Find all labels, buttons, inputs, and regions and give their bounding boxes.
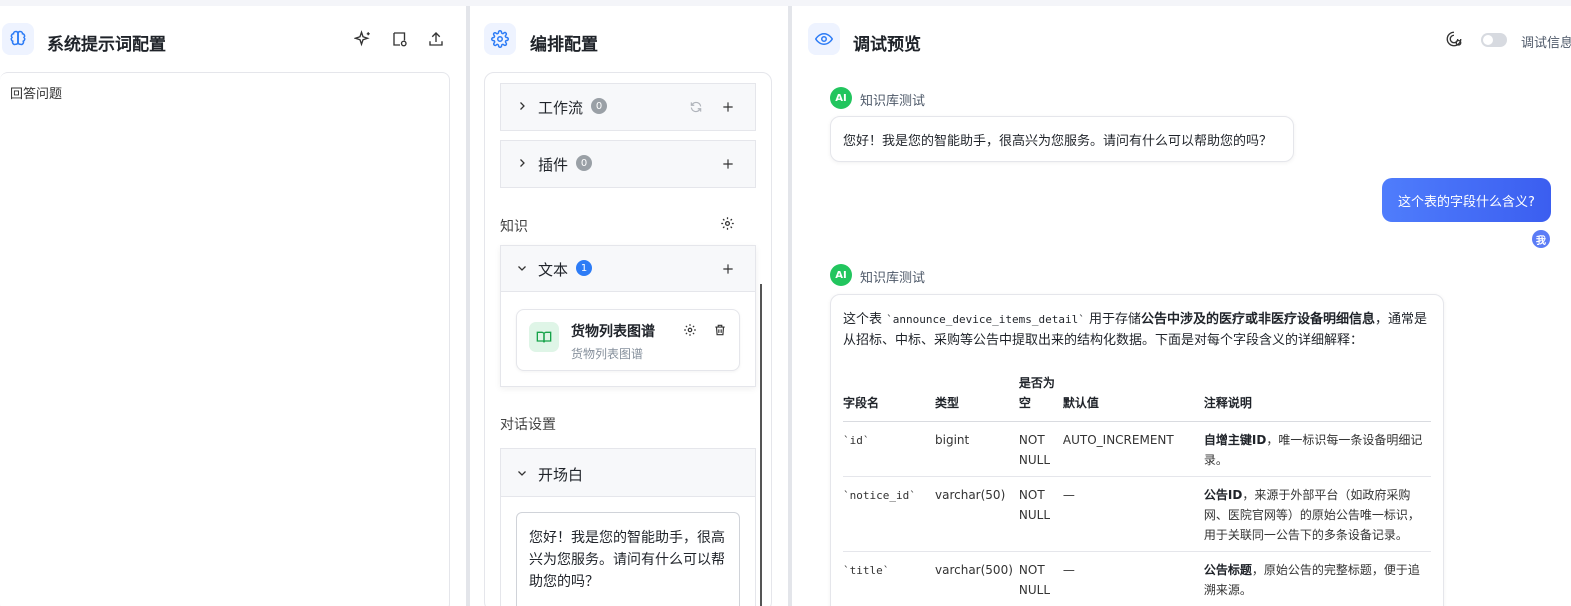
desc-bold: 自增主键ID (1203, 433, 1267, 447)
knowledge-settings-icon[interactable] (720, 216, 738, 234)
intro-bold: 公告中涉及的医疗或非医疗设备明细信息 (1140, 312, 1375, 327)
ai-message-bubble: 您好！我是您的智能助手，很高兴为您服务。请问有什么可以帮助您的吗？ (830, 116, 1294, 162)
knowledge-group-label: 知识 (500, 219, 528, 235)
opening-label: 开场白 (538, 466, 584, 484)
desc-bold: 公告标题 (1203, 563, 1252, 577)
intro-text: 这个表 (843, 312, 887, 327)
table-cell: `notice_id` (843, 476, 935, 552)
table-cell: NOT NULL (1018, 551, 1063, 606)
upload-icon[interactable] (426, 29, 446, 49)
chevron-down-icon[interactable] (515, 261, 529, 275)
orchestration-panel: 编排配置 工作流 0 插件 0 知识 文本 1 货物列表图谱 货物列表图谱 对话… (470, 6, 788, 606)
workflow-section[interactable]: 工作流 0 (500, 83, 756, 131)
ai-name: 知识库测试 (860, 94, 926, 109)
refresh-icon[interactable] (687, 98, 705, 116)
user-message-bubble: 这个表的字段什么含义? (1382, 178, 1551, 222)
field-name: `title` (843, 564, 890, 577)
table-cell: NOT NULL (1018, 476, 1063, 552)
knowledge-card-subtitle: 货物列表图谱 (571, 347, 644, 361)
debug-preview-panel: 调试预览 调试信息 AI 知识库测试 您好！我是您的智能助手，很高兴为您服务。请… (792, 6, 1571, 606)
brain-icon (2, 23, 34, 55)
panel-header: 系统提示词配置 (0, 6, 466, 72)
table-header-cell: 字段名 (843, 369, 935, 422)
field-name: `id` (843, 434, 870, 447)
knowledge-card-title: 货物列表图谱 (571, 324, 655, 340)
ai-message-bubble: 这个表 `announce_device_items_detail` 用于存储公… (830, 294, 1444, 606)
table-row: `notice_id` varchar(50) NOT NULL — 公告ID，… (843, 476, 1431, 552)
prompt-text: 回答问题 (10, 87, 63, 102)
table-header-cell: 注释说明 (1203, 369, 1431, 422)
workflow-label: 工作流 (538, 99, 584, 117)
intro-text: 用于存储 (1084, 312, 1141, 327)
table-cell: AUTO_INCREMENT (1062, 421, 1204, 477)
table-header-cell: 是否为空 (1018, 369, 1063, 422)
prompt-template-icon[interactable] (390, 29, 410, 49)
plugin-label: 插件 (538, 156, 569, 174)
panel-title: 调试预览 (853, 35, 921, 55)
panel-title: 系统提示词配置 (47, 35, 166, 55)
table-row: `id` bigint NOT NULL AUTO_INCREMENT 自增主键… (843, 421, 1431, 477)
sparkle-icon[interactable] (353, 29, 373, 49)
table-cell: bigint (935, 421, 1019, 477)
chevron-right-icon[interactable] (515, 99, 529, 113)
table-cell: `title` (843, 551, 935, 606)
config-scroll-area: 工作流 0 插件 0 知识 文本 1 货物列表图谱 货物列表图谱 对话设置 开场… (484, 72, 772, 606)
text-count-badge: 1 (576, 260, 592, 276)
debug-toggle[interactable] (1481, 33, 1507, 47)
panel-title: 编排配置 (530, 35, 598, 55)
eye-icon (808, 23, 840, 55)
table-header-cell: 默认值 (1062, 369, 1204, 422)
add-workflow-button[interactable] (719, 98, 737, 116)
clear-history-icon[interactable] (1444, 29, 1464, 49)
intro-code: `announce_device_items_detail` (886, 313, 1085, 326)
trash-icon[interactable] (711, 321, 729, 339)
chevron-down-icon[interactable] (515, 466, 529, 480)
text-knowledge-section: 文本 1 货物列表图谱 货物列表图谱 (500, 245, 756, 387)
table-header-row: 字段名 类型 是否为空 默认值 注释说明 (843, 369, 1431, 422)
add-text-knowledge-button[interactable] (719, 260, 737, 278)
field-name: `notice_id` (843, 489, 916, 502)
ai-answer-intro: 这个表 `announce_device_items_detail` 用于存储公… (843, 309, 1433, 351)
debug-info-label: 调试信息 (1521, 36, 1571, 51)
table-cell: 公告ID，来源于外部平台（如政府采购网、医院官网等）的原始公告唯一标识，用于关联… (1203, 476, 1431, 552)
desc-bold: 公告ID (1203, 488, 1243, 502)
chevron-right-icon[interactable] (515, 156, 529, 170)
ai-avatar: AI (830, 87, 852, 109)
table-header-cell: 类型 (935, 369, 1019, 422)
gear-icon (484, 23, 516, 55)
opening-section: 开场白 您好！我是您的智能助手，很高兴为您服务。请问有什么可以帮助您的吗？ (500, 448, 756, 606)
ai-name: 知识库测试 (860, 271, 926, 286)
add-plugin-button[interactable] (719, 155, 737, 173)
table-cell: `id` (843, 421, 935, 477)
scrollbar[interactable] (760, 284, 762, 606)
system-prompt-panel: 系统提示词配置 回答问题 (0, 6, 466, 606)
fields-table: 字段名 类型 是否为空 默认值 注释说明 `id` bigint NOT NUL… (843, 369, 1431, 606)
table-cell: varchar(500) (935, 551, 1019, 606)
book-icon (529, 322, 559, 352)
toggle-knob (1483, 35, 1493, 45)
table-row: `title` varchar(500) NOT NULL — 公告标题，原始公… (843, 551, 1431, 606)
ai-avatar: AI (830, 264, 852, 286)
dialog-settings-label: 对话设置 (500, 417, 556, 433)
table-cell: — (1062, 551, 1204, 606)
card-settings-icon[interactable] (681, 321, 699, 339)
panel-header: 编排配置 (470, 6, 788, 72)
table-cell: 自增主键ID，唯一标识每一条设备明细记录。 (1203, 421, 1431, 477)
table-cell: 公告标题，原始公告的完整标题，便于追溯来源。 (1203, 551, 1431, 606)
panel-header: 调试预览 调试信息 (792, 6, 1571, 72)
table-cell: varchar(50) (935, 476, 1019, 552)
knowledge-card[interactable]: 货物列表图谱 货物列表图谱 (516, 309, 740, 371)
text-label: 文本 (538, 261, 569, 279)
plugin-section[interactable]: 插件 0 (500, 140, 756, 188)
table-cell: — (1062, 476, 1204, 552)
plugin-count-badge: 0 (576, 155, 592, 171)
prompt-textarea[interactable]: 回答问题 (0, 72, 450, 606)
workflow-count-badge: 0 (591, 98, 607, 114)
opening-textarea[interactable]: 您好！我是您的智能助手，很高兴为您服务。请问有什么可以帮助您的吗？ (516, 512, 740, 606)
user-avatar: 我 (1532, 230, 1550, 248)
table-cell: NOT NULL (1018, 421, 1063, 477)
